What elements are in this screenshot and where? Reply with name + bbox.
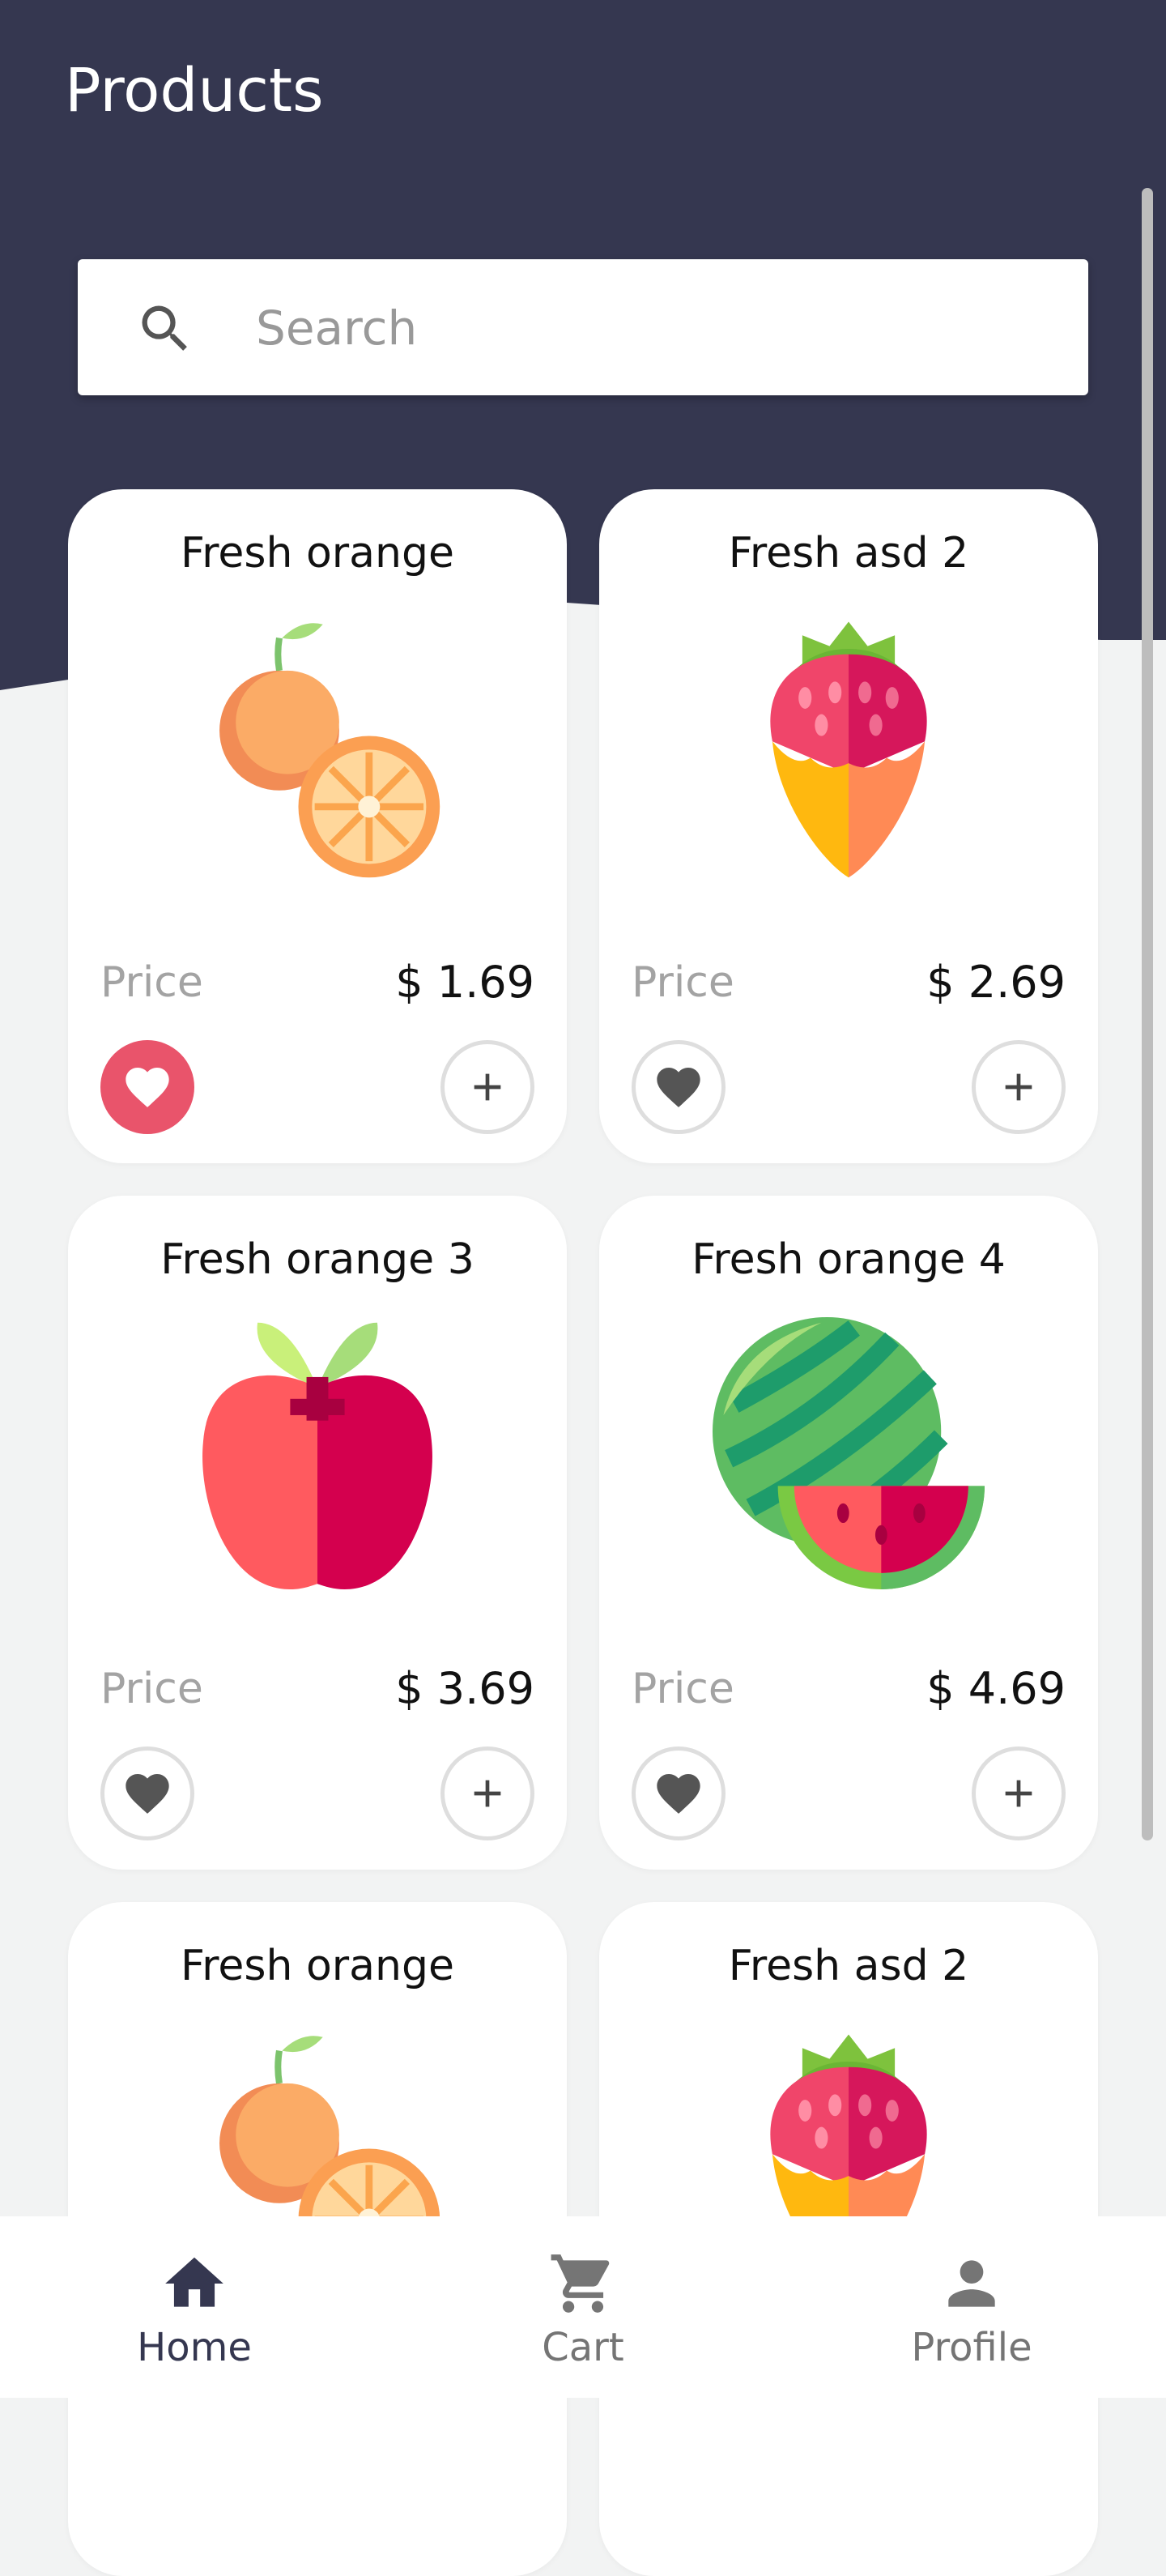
nav-label-cart: Cart	[542, 2325, 624, 2370]
plus-icon	[474, 1780, 501, 1807]
price-label: Price	[100, 958, 203, 1007]
favorite-button[interactable]	[100, 1746, 194, 1840]
favorite-button[interactable]	[100, 1040, 194, 1134]
strawberry-icon	[770, 621, 927, 878]
apple-icon	[202, 1322, 432, 1589]
product-card[interactable]: Fresh orange 3 Price $ 3.69	[68, 1196, 567, 1870]
plus-icon	[1005, 1780, 1032, 1807]
price-label: Price	[100, 1665, 203, 1713]
add-to-cart-button[interactable]	[440, 1746, 534, 1840]
nav-label-home: Home	[137, 2325, 252, 2370]
heart-icon	[657, 1068, 700, 1107]
price-value: $ 4.69	[926, 1663, 1066, 1714]
add-to-cart-button[interactable]	[972, 1746, 1066, 1840]
nav-item-home[interactable]: Home	[73, 2249, 316, 2386]
search-bar[interactable]	[78, 259, 1088, 395]
add-to-cart-button[interactable]	[440, 1040, 534, 1134]
price-label: Price	[632, 958, 734, 1007]
orange-icon	[219, 623, 440, 878]
nav-item-cart[interactable]: Cart	[462, 2249, 704, 2386]
search-icon	[142, 305, 187, 351]
bottom-navigation: Home Cart Profile	[0, 2216, 1166, 2398]
watermelon-icon	[713, 1317, 985, 1589]
product-card[interactable]: Fresh orange Price $ 1.69	[68, 489, 567, 1163]
plus-icon	[1005, 1073, 1032, 1101]
search-input[interactable]	[254, 287, 1051, 369]
person-icon	[948, 2260, 995, 2307]
heart-icon	[126, 1068, 169, 1107]
price-value: $ 3.69	[395, 1663, 534, 1714]
home-icon	[165, 2257, 223, 2307]
page-title: Products	[65, 56, 324, 126]
plus-icon	[474, 1073, 501, 1101]
product-name: Fresh orange	[181, 1942, 454, 1990]
product-name: Fresh orange 3	[160, 1235, 474, 1284]
cart-icon	[551, 2254, 610, 2313]
favorite-button[interactable]	[632, 1746, 726, 1840]
scrollbar[interactable]	[1142, 188, 1153, 1840]
nav-label-profile: Profile	[911, 2325, 1032, 2370]
add-to-cart-button[interactable]	[972, 1040, 1066, 1134]
price-value: $ 1.69	[395, 957, 534, 1008]
heart-icon	[657, 1774, 700, 1814]
product-name: Fresh orange 4	[692, 1235, 1006, 1284]
price-value: $ 2.69	[926, 957, 1066, 1008]
product-name: Fresh orange	[181, 529, 454, 578]
nav-item-profile[interactable]: Profile	[850, 2249, 1093, 2386]
heart-icon	[126, 1774, 169, 1814]
product-name: Fresh asd 2	[728, 1942, 969, 1990]
product-card[interactable]: Fresh asd 2 Price $ 2.69	[599, 489, 1098, 1163]
favorite-button[interactable]	[632, 1040, 726, 1134]
product-card[interactable]: Fresh orange 4 Price $ 4.69	[599, 1196, 1098, 1870]
price-label: Price	[632, 1665, 734, 1713]
product-name: Fresh asd 2	[728, 529, 969, 578]
